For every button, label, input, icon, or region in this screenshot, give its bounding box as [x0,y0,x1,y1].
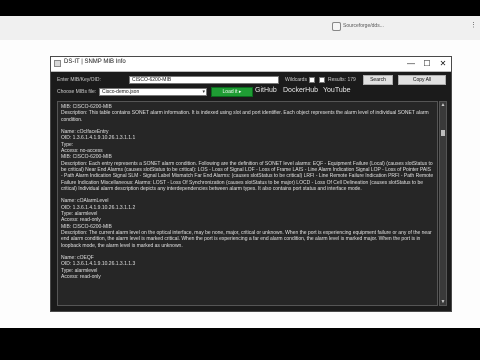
results-checkbox[interactable] [319,77,325,83]
wildcards-label: Wildcards [285,77,307,83]
output-line: Description: This table contains SONET a… [61,110,429,123]
app-icon [54,60,61,67]
close-icon[interactable]: ✕ [435,57,451,70]
video-frame: Sourceforge/dds... ⋮ DS-IT | SNMP MIB In… [0,0,480,360]
output-scrollbar[interactable]: ▲ ▼ [439,101,447,306]
mib-input[interactable]: CISCO-6200-MIB [129,76,279,84]
chevron-down-icon: ▾ [202,89,205,95]
mibs-file-select[interactable]: Cisco-demo.json ▾ [99,88,207,96]
output-line: Description: The current alarm level on … [61,229,432,249]
scroll-down-icon[interactable]: ▼ [440,299,446,305]
scroll-up-icon[interactable]: ▲ [440,102,446,108]
title-bar[interactable]: DS-IT | SNMP MIB Info — ☐ ✕ [51,57,451,72]
search-button[interactable]: Search [363,75,393,85]
load-button[interactable]: Load it ▸ [211,87,253,97]
desktop-screen: Sourceforge/dds... ⋮ DS-IT | SNMP MIB In… [0,16,480,328]
window-title: DS-IT | SNMP MIB Info [64,59,126,65]
file-select-value: Cisco-demo.json [102,89,140,95]
scroll-thumb[interactable] [441,130,445,136]
results-count: Results: 179 [328,77,356,83]
results-output[interactable]: MIB: CISCO-6200-MIB Description: This ta… [57,101,438,306]
youtube-link[interactable]: YouTube [323,87,351,94]
github-link[interactable]: GitHub [255,87,277,94]
copy-all-button[interactable]: Copy All [398,75,446,85]
page-icon [332,22,341,31]
dockerhub-link[interactable]: DockerHub [283,87,318,94]
mib-label: Enter MIB/Key/OID: [57,77,101,83]
wildcards-checkbox[interactable] [309,77,315,83]
maximize-icon[interactable]: ☐ [419,57,435,70]
output-line: Description: Each entry represents a SON… [61,160,434,192]
minimize-icon[interactable]: — [403,57,419,70]
choose-file-label: Choose MIBs file: [57,89,97,95]
app-window: DS-IT | SNMP MIB Info — ☐ ✕ Enter MIB/Ke… [50,56,452,312]
browser-background: Sourceforge/dds... ⋮ [0,16,480,40]
more-vertical-icon[interactable]: ⋮ [470,21,477,29]
browser-tab[interactable]: Sourceforge/dds... [343,23,384,29]
